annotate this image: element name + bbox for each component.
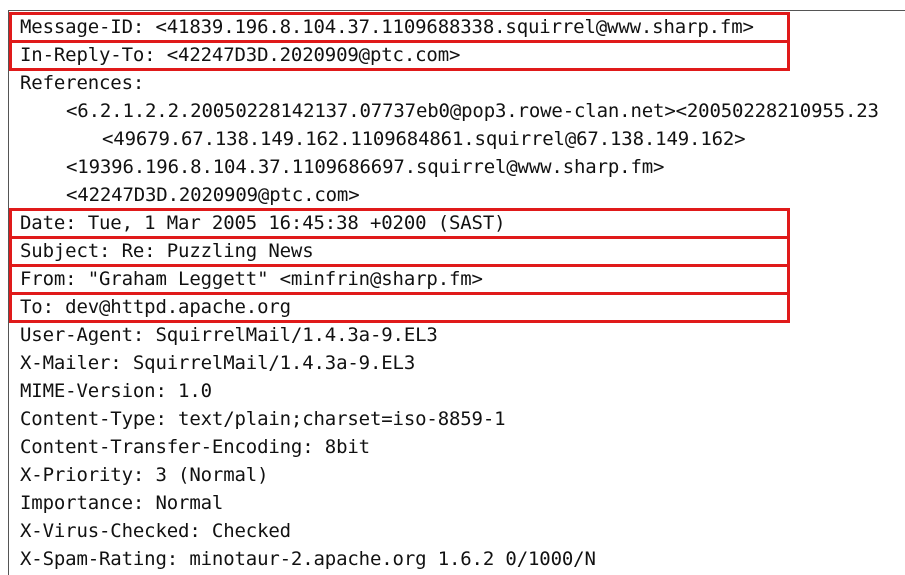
mime-version-header: MIME-Version: 1.0 [20, 380, 212, 402]
frame-top-border [8, 10, 905, 11]
x-virus-checked-header: X-Virus-Checked: Checked [20, 520, 291, 542]
date-header: Date: Tue, 1 Mar 2005 16:45:38 +0200 (SA… [20, 212, 506, 234]
reference-item-3: <19396.196.8.104.37.1109686697.squirrel@… [66, 156, 665, 178]
reference-item-2: <49679.67.138.149.162.1109684861.squirre… [102, 128, 746, 150]
frame-left-border [8, 10, 9, 575]
message-id-header: Message-ID: <41839.196.8.104.37.11096883… [20, 16, 754, 38]
reference-item-1: <6.2.1.2.2.20050228142137.07737eb0@pop3.… [66, 100, 879, 122]
x-priority-header: X-Priority: 3 (Normal) [20, 464, 269, 486]
user-agent-header: User-Agent: SquirrelMail/1.4.3a-9.EL3 [20, 324, 438, 346]
subject-header: Subject: Re: Puzzling News [20, 240, 314, 262]
x-spam-rating-header: X-Spam-Rating: minotaur-2.apache.org 1.6… [20, 548, 596, 570]
importance-header: Importance: Normal [20, 492, 224, 514]
content-transfer-encoding-header: Content-Transfer-Encoding: 8bit [20, 436, 370, 458]
content-type-header: Content-Type: text/plain;charset=iso-885… [20, 408, 506, 430]
in-reply-to-header: In-Reply-To: <42247D3D.2020909@ptc.com> [20, 44, 461, 66]
references-label: References: [20, 72, 145, 94]
from-header: From: "Graham Leggett" <minfrin@sharp.fm… [20, 268, 483, 290]
to-header: To: dev@httpd.apache.org [20, 296, 291, 318]
x-mailer-header: X-Mailer: SquirrelMail/1.4.3a-9.EL3 [20, 352, 416, 374]
reference-item-4: <42247D3D.2020909@ptc.com> [66, 184, 360, 206]
